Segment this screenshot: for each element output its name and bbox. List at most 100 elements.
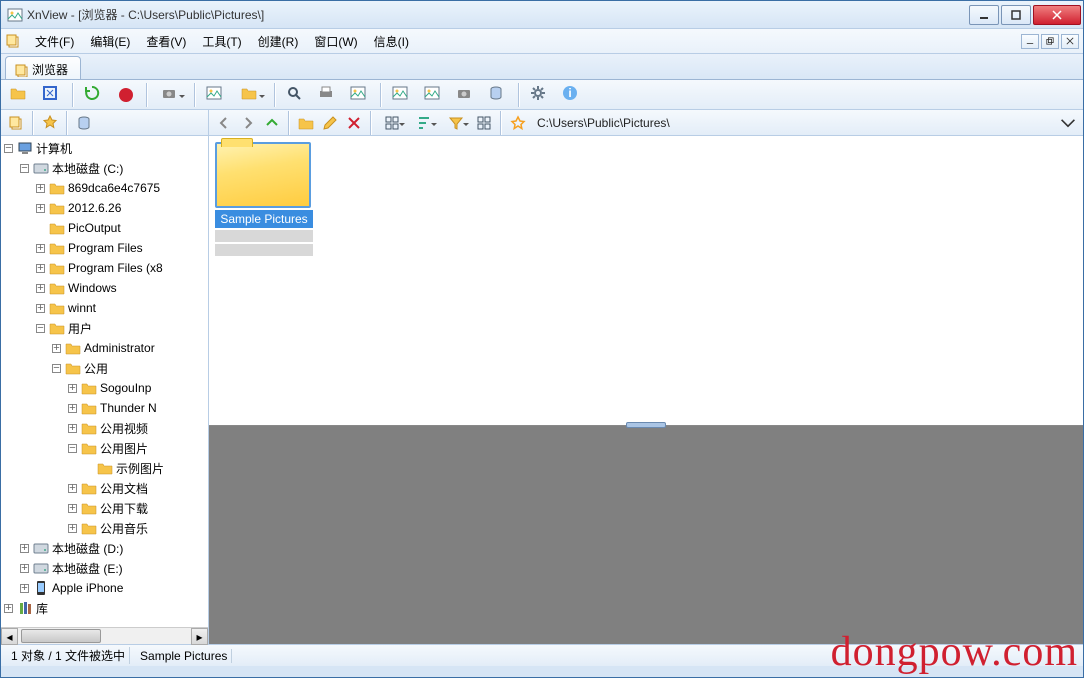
folder-thumbnail-icon [215,142,311,208]
mdi-minimize-button[interactable] [1021,34,1039,49]
view-mode-button[interactable] [377,112,407,134]
new-folder-button[interactable] [295,112,317,134]
menu-file[interactable]: 文件(F) [27,30,82,53]
folder-tree[interactable]: −计算机 −本地磁盘 (C:) +869dca6e4c7675 +2012.6.… [1,136,208,627]
tree-node-c-drive[interactable]: −本地磁盘 (C:) [1,158,208,178]
tree-horizontal-scrollbar[interactable]: ◂ ▸ [1,627,208,644]
disk-icon [33,540,49,556]
bookmark-button[interactable] [507,112,529,134]
favorites-button[interactable] [39,112,61,134]
preview-pane [209,426,1083,644]
tree-node-sample-pictures[interactable]: 示例图片 [1,458,208,478]
tree-node[interactable]: PicOutput [1,218,208,238]
tree-node-public[interactable]: −公用 [1,358,208,378]
close-button[interactable] [1033,5,1081,25]
fullscreen-button[interactable] [37,81,67,109]
tree-node[interactable]: +winnt [1,298,208,318]
capture-button[interactable] [451,81,481,109]
menu-view[interactable]: 查看(V) [138,30,194,53]
folder-icon [65,340,81,356]
folder-icon [81,520,97,536]
menu-create[interactable]: 创建(R) [250,30,307,53]
address-bar[interactable]: C:\Users\Public\Pictures\ [531,114,1055,132]
rename-button[interactable] [319,112,341,134]
tree-node-e-drive[interactable]: +本地磁盘 (E:) [1,558,208,578]
tree-node[interactable]: +Thunder N [1,398,208,418]
folder-icon [97,460,113,476]
window-title: XnView - [浏览器 - C:\Users\Public\Pictures… [27,6,967,23]
batch-button[interactable] [419,81,449,109]
db-button[interactable] [483,81,513,109]
tree-node[interactable]: +SogouInp [1,378,208,398]
maximize-button[interactable] [1001,5,1031,25]
folder-icon [49,280,65,296]
mdi-restore-button[interactable] [1041,34,1059,49]
scroll-right-icon[interactable]: ▸ [191,628,208,645]
menu-window[interactable]: 窗口(W) [306,30,365,53]
settings-button[interactable] [525,81,555,109]
tree-node[interactable]: +公用下载 [1,498,208,518]
tree-node[interactable]: +2012.6.26 [1,198,208,218]
acquire-button[interactable] [153,81,189,109]
tree-node-users[interactable]: −用户 [1,318,208,338]
folder-icon [49,200,65,216]
tree-node[interactable]: +Program Files [1,238,208,258]
tree-node[interactable]: +公用文档 [1,478,208,498]
status-objects: 1 对象 / 1 文件被选中 [7,647,130,664]
mdi-close-button[interactable] [1061,34,1079,49]
folders-button[interactable] [5,112,27,134]
tree-node[interactable]: +公用视频 [1,418,208,438]
stop-button[interactable] [111,81,141,109]
tree-node-computer[interactable]: −计算机 [1,138,208,158]
tree-node-d-drive[interactable]: +本地磁盘 (D:) [1,538,208,558]
title-bar: XnView - [浏览器 - C:\Users\Public\Pictures… [1,1,1083,29]
copy-to-button[interactable] [201,81,231,109]
filter-button[interactable] [441,112,471,134]
tree-node[interactable]: +公用音乐 [1,518,208,538]
menu-edit[interactable]: 编辑(E) [82,30,138,53]
slideshow-button[interactable] [345,81,375,109]
scroll-thumb[interactable] [21,629,101,643]
address-dropdown-button[interactable] [1057,112,1079,134]
tree-node[interactable]: +Windows [1,278,208,298]
separator [288,111,290,135]
tab-browser[interactable]: 浏览器 [5,56,81,79]
about-button[interactable] [557,81,587,109]
print-button[interactable] [313,81,343,109]
splitter-handle[interactable] [626,422,666,428]
layout-button[interactable] [473,112,495,134]
app-icon [7,7,23,23]
nav-up-button[interactable] [261,112,283,134]
menu-tools[interactable]: 工具(T) [194,30,249,53]
search-button[interactable] [281,81,311,109]
sort-button[interactable] [409,112,439,134]
tree-node[interactable]: +Program Files (x8 [1,258,208,278]
thumbnail-area[interactable]: Sample Pictures [209,136,1083,426]
tab-browser-icon [14,63,28,77]
delete-button[interactable] [343,112,365,134]
separator [518,83,520,107]
tree-node-libraries[interactable]: +库 [1,598,208,618]
status-bar: 1 对象 / 1 文件被选中 Sample Pictures [1,644,1083,666]
tree-node-iphone[interactable]: +Apple iPhone [1,578,208,598]
convert-button[interactable] [387,81,417,109]
tree-node[interactable]: +Administrator [1,338,208,358]
status-selection: Sample Pictures [136,649,232,663]
thumbnail-sample-pictures[interactable]: Sample Pictures [215,142,313,256]
scroll-left-icon[interactable]: ◂ [1,628,18,645]
menu-info[interactable]: 信息(I) [366,30,417,53]
minimize-button[interactable] [969,5,999,25]
separator [66,111,68,135]
open-button[interactable] [5,81,35,109]
folder-icon [81,480,97,496]
computer-icon [17,140,33,156]
nav-back-button[interactable] [213,112,235,134]
nav-forward-button[interactable] [237,112,259,134]
tree-node[interactable]: +869dca6e4c7675 [1,178,208,198]
refresh-button[interactable] [79,81,109,109]
tree-node-public-pictures[interactable]: −公用图片 [1,438,208,458]
move-to-button[interactable] [233,81,269,109]
separator [146,83,148,107]
categories-button[interactable] [73,112,95,134]
folder-icon [81,380,97,396]
